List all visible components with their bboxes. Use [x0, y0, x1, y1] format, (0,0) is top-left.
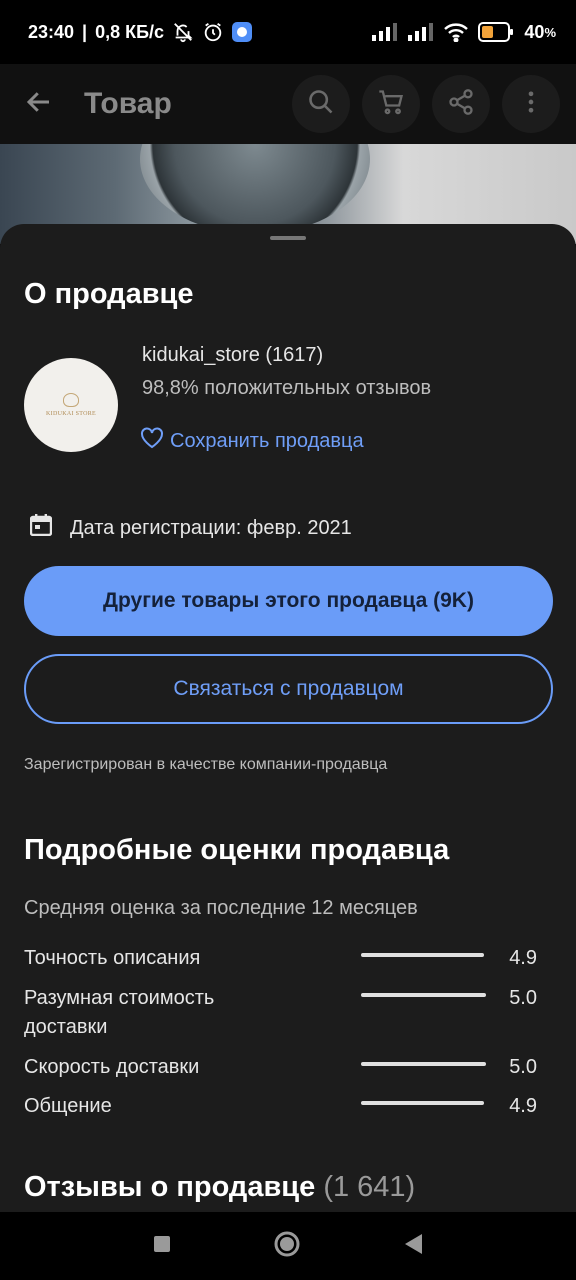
section-title-ratings: Подробные оценки продавца	[24, 834, 450, 866]
more-vert-icon	[517, 88, 545, 121]
signal-icon	[408, 23, 434, 41]
search-icon	[307, 88, 335, 121]
rating-value: 5.0	[509, 1056, 537, 1078]
rating-bar	[361, 953, 484, 957]
heart-icon	[140, 427, 164, 455]
store-logo-text: KIDUKAI STORE	[46, 411, 96, 417]
rating-value: 4.9	[509, 1095, 537, 1117]
battery-icon	[478, 22, 514, 42]
status-left: 23:40 | 0,8 КБ/с	[28, 21, 253, 43]
share-icon	[447, 88, 475, 121]
back-icon[interactable]	[402, 1232, 424, 1261]
rating-bar	[361, 1101, 484, 1105]
app-bar: Товар	[0, 64, 576, 144]
home-icon[interactable]	[272, 1229, 302, 1264]
seller-avatar[interactable]: KIDUKAI STORE	[24, 358, 118, 452]
rating-row: Разумная стоимость доставки 5.0	[24, 984, 553, 1042]
rating-row: Точность описания 4.9	[24, 944, 553, 973]
other-products-button[interactable]: Другие товары этого продавца (9K)	[24, 566, 553, 636]
seller-name[interactable]: kidukai_store (1617)	[142, 344, 323, 367]
rating-value: 4.9	[509, 947, 537, 969]
rating-row: Скорость доставки 5.0	[24, 1053, 553, 1082]
status-bar: 23:40 | 0,8 КБ/с 40%	[0, 0, 576, 64]
ratings-subtitle: Средняя оценка за последние 12 месяцев	[24, 897, 418, 919]
reviews-title: Отзывы о продавце	[24, 1171, 316, 1203]
back-arrow-icon[interactable]	[24, 87, 54, 122]
app-notification-icon	[232, 22, 253, 42]
page-title: Товар	[84, 87, 172, 120]
system-nav-bar	[0, 1212, 576, 1280]
company-registration-note: Зарегистрирован в качестве компании-прод…	[24, 756, 388, 773]
divider: |	[82, 21, 88, 42]
contact-seller-button[interactable]: Связаться с продавцом	[24, 654, 553, 724]
cart-icon	[377, 88, 405, 121]
section-title-reviews[interactable]: Отзывы о продавце (1 641)	[24, 1171, 415, 1204]
rating-label: Скорость доставки	[24, 1056, 200, 1078]
rating-value: 5.0	[509, 987, 537, 1009]
reviews-count: (1 641)	[323, 1171, 416, 1203]
cart-button[interactable]	[362, 75, 420, 133]
watch-image	[140, 144, 370, 234]
percent-sign: %	[544, 24, 556, 40]
rating-label: Общение	[24, 1095, 112, 1117]
calendar-icon	[29, 514, 53, 542]
rating-label: Точность описания	[24, 947, 201, 969]
rating-label: Разумная стоимость доставки	[24, 987, 215, 1038]
registration-row: Дата регистрации: февр. 2021	[29, 514, 352, 542]
status-right: 40%	[372, 22, 556, 43]
network-speed: 0,8 КБ/с	[95, 21, 165, 42]
battery-level: 40	[524, 21, 545, 42]
rating-row: Общение 4.9	[24, 1092, 553, 1121]
wifi-icon	[444, 22, 469, 42]
sheet-drag-handle[interactable]	[270, 236, 306, 240]
save-seller-label: Сохранить продавца	[170, 429, 364, 452]
signal-icon	[372, 23, 398, 41]
share-button[interactable]	[432, 75, 490, 133]
seller-positive-feedback: 98,8% положительных отзывов	[142, 377, 432, 399]
recents-icon[interactable]	[152, 1234, 172, 1259]
alarm-icon	[202, 21, 224, 43]
section-title-seller: О продавце	[24, 278, 194, 310]
search-button[interactable]	[292, 75, 350, 133]
clock: 23:40	[28, 21, 75, 42]
more-button[interactable]	[502, 75, 560, 133]
registration-date: Дата регистрации: февр. 2021	[70, 516, 352, 539]
mute-icon	[172, 21, 194, 43]
rating-bar	[361, 993, 486, 997]
save-seller-button[interactable]: Сохранить продавца	[140, 427, 364, 455]
app-bar-actions	[292, 75, 560, 133]
rating-bar	[361, 1062, 486, 1066]
store-logo-icon	[63, 393, 79, 407]
seller-sheet: О продавце KIDUKAI STORE kidukai_store (…	[0, 224, 576, 1212]
